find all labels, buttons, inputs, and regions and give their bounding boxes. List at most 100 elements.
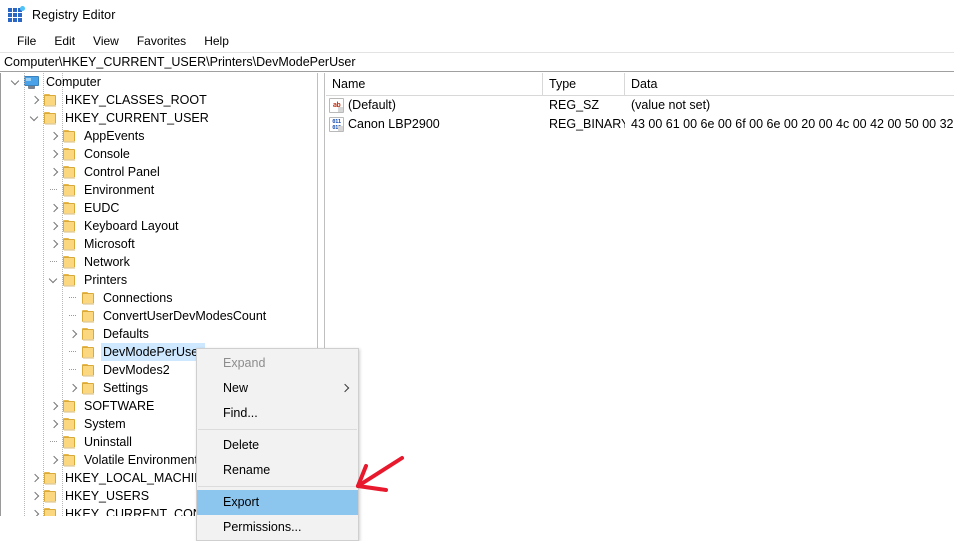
tree-line-stub — [65, 343, 81, 361]
tree-line-stub — [65, 307, 81, 325]
chevron-right-icon[interactable] — [27, 91, 43, 109]
context-menu-item-label: Export — [223, 495, 260, 509]
context-menu-item-export[interactable]: Export — [197, 490, 358, 515]
tree-item-console[interactable]: Console — [0, 145, 317, 163]
tree-item-label: ConvertUserDevModesCount — [103, 309, 267, 323]
tree-item-label: System — [84, 417, 126, 431]
tree-item-printers[interactable]: Printers — [0, 271, 317, 289]
folder-icon — [62, 219, 78, 233]
tree-item-eudc[interactable]: EUDC — [0, 199, 317, 217]
tree-indent-spacer — [0, 415, 46, 433]
column-header-type[interactable]: Type — [543, 73, 625, 95]
folder-icon — [62, 255, 78, 269]
chevron-right-icon[interactable] — [46, 217, 62, 235]
tree-item-network[interactable]: Network — [0, 253, 317, 271]
tree-item-microsoft[interactable]: Microsoft — [0, 235, 317, 253]
chevron-down-icon[interactable] — [46, 271, 62, 289]
tree-indent-spacer — [0, 91, 27, 109]
tree-item-appevents[interactable]: AppEvents — [0, 127, 317, 145]
context-menu-item-rename[interactable]: Rename — [197, 458, 358, 483]
folder-icon — [62, 417, 78, 431]
chevron-right-icon[interactable] — [27, 469, 43, 487]
tree-item-label: Control Panel — [84, 165, 160, 179]
chevron-right-icon[interactable] — [46, 415, 62, 433]
chevron-down-icon[interactable] — [8, 73, 24, 91]
tree-line-stub — [46, 253, 62, 271]
value-type: REG_BINARY — [549, 117, 625, 131]
tree-item-label: HKEY_USERS — [65, 489, 150, 503]
chevron-right-icon[interactable] — [27, 487, 43, 505]
value-name: Canon LBP2900 — [348, 117, 440, 131]
chevron-right-icon[interactable] — [46, 145, 62, 163]
menu-edit[interactable]: Edit — [45, 32, 84, 51]
tree-guide-line — [43, 73, 44, 516]
chevron-right-icon[interactable] — [46, 199, 62, 217]
tree-item-label: Settings — [103, 381, 149, 395]
chevron-right-icon[interactable] — [27, 505, 43, 516]
folder-icon — [81, 345, 97, 359]
menu-view[interactable]: View — [84, 32, 128, 51]
folder-icon — [62, 453, 78, 467]
tree-item-defaults[interactable]: Defaults — [0, 325, 317, 343]
value-row[interactable]: 011 010 Canon LBP2900 REG_BINARY 43 00 61 0… — [326, 115, 954, 134]
folder-icon — [62, 147, 78, 161]
address-bar[interactable]: Computer\HKEY_CURRENT_USER\Printers\DevM… — [0, 52, 954, 72]
value-name-cell: ab (Default) — [326, 96, 543, 115]
folder-icon — [43, 111, 59, 125]
menu-file[interactable]: File — [8, 32, 45, 51]
main-content: Computer HKEY_CLASSES_ROOT HKEY_CURRENT_US… — [0, 73, 954, 516]
tree-item-label: Printers — [84, 273, 128, 287]
value-name-cell: 011 010 Canon LBP2900 — [326, 115, 543, 134]
menu-favorites[interactable]: Favorites — [128, 32, 195, 51]
list-column-headers: Name Type Data — [326, 73, 954, 96]
address-bar-path: Computer\HKEY_CURRENT_USER\Printers\DevM… — [4, 55, 356, 69]
tree-item-keyboard-layout[interactable]: Keyboard Layout — [0, 217, 317, 235]
context-menu-item-find[interactable]: Find... — [197, 401, 358, 426]
tree-item-computer[interactable]: Computer — [0, 73, 317, 91]
tree-item-hkey-classes-root[interactable]: HKEY_CLASSES_ROOT — [0, 91, 317, 109]
folder-icon — [62, 237, 78, 251]
tree-item-connections[interactable]: Connections — [0, 289, 317, 307]
context-menu[interactable]: Expand New Find... Delete Rename Export Permis… — [196, 348, 359, 541]
tree-line-stub — [65, 361, 81, 379]
folder-icon — [43, 507, 59, 516]
string-value-icon: ab — [329, 98, 344, 113]
column-header-data[interactable]: Data — [625, 73, 954, 95]
value-name: (Default) — [348, 98, 396, 112]
chevron-right-icon[interactable] — [46, 163, 62, 181]
tree-item-environment[interactable]: Environment — [0, 181, 317, 199]
menu-help[interactable]: Help — [195, 32, 238, 51]
registry-values-pane[interactable]: Name Type Data ab (Default) REG_SZ (value n… — [326, 73, 954, 516]
registry-values-list: ab (Default) REG_SZ (value not set) 011 010 C… — [326, 96, 954, 134]
folder-icon — [43, 471, 59, 485]
tree-indent-spacer — [0, 469, 27, 487]
tree-item-label: Keyboard Layout — [84, 219, 179, 233]
folder-icon — [62, 183, 78, 197]
chevron-right-icon[interactable] — [65, 325, 81, 343]
menu-bar: File Edit View Favorites Help — [0, 31, 954, 52]
context-menu-item-delete[interactable]: Delete — [197, 433, 358, 458]
value-row[interactable]: ab (Default) REG_SZ (value not set) — [326, 96, 954, 115]
chevron-right-icon[interactable] — [46, 235, 62, 253]
context-menu-separator — [198, 429, 357, 430]
chevron-right-icon[interactable] — [65, 379, 81, 397]
binary-value-icon: 011 010 — [329, 117, 344, 132]
column-header-name[interactable]: Name — [326, 73, 543, 95]
tree-indent-spacer — [0, 379, 65, 397]
chevron-right-icon[interactable] — [46, 127, 62, 145]
tree-item-hkey-current-user[interactable]: HKEY_CURRENT_USER — [0, 109, 317, 127]
tree-item-control-panel[interactable]: Control Panel — [0, 163, 317, 181]
context-menu-item-label: Expand — [223, 356, 266, 370]
chevron-right-icon[interactable] — [46, 451, 62, 469]
context-menu-item-label: Permissions... — [223, 520, 302, 534]
context-menu-item-new[interactable]: New — [197, 376, 358, 401]
context-menu-item-permissions[interactable]: Permissions... — [197, 515, 358, 540]
chevron-right-icon[interactable] — [46, 397, 62, 415]
context-menu-separator — [198, 486, 357, 487]
chevron-down-icon[interactable] — [27, 109, 43, 127]
tree-indent-spacer — [0, 217, 46, 235]
tree-indent-spacer — [0, 433, 46, 451]
tree-item-convertuserdevmodescount[interactable]: ConvertUserDevModesCount — [0, 307, 317, 325]
tree-item-label: Uninstall — [84, 435, 132, 449]
tree-item-label: HKEY_CLASSES_ROOT — [65, 93, 207, 107]
